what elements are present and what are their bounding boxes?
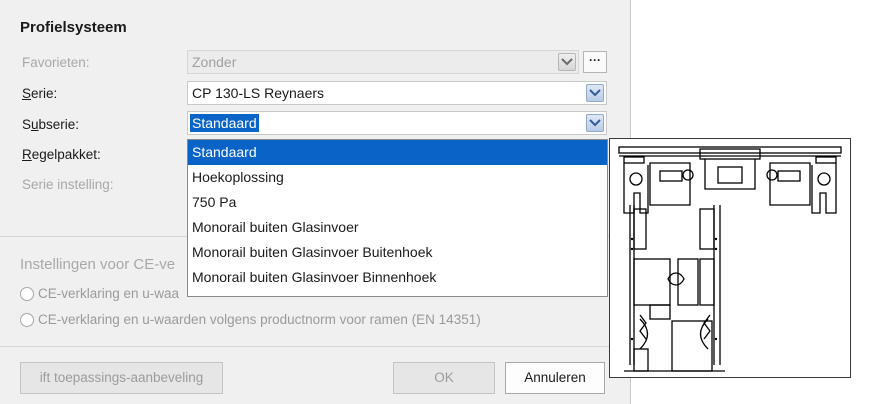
dropdown-option[interactable]: Monorail buiten Glasinvoer bbox=[188, 215, 607, 240]
ce-settings-title: Instellingen voor CE-ve bbox=[20, 256, 176, 273]
ce-option-2[interactable]: CE-verklaring en u-waarden volgens produ… bbox=[20, 312, 481, 327]
divider bbox=[0, 346, 630, 347]
regelpakket-label: Regelpakket: bbox=[22, 147, 101, 162]
subserie-dropdown-list[interactable]: Standaard Hoekoplossing 750 Pa Monorail … bbox=[187, 139, 608, 297]
subserie-label: Subserie: bbox=[22, 117, 79, 132]
ce-option-1-label: CE-verklaring en u-waa bbox=[38, 286, 180, 301]
subserie-value: Standaard bbox=[190, 114, 259, 132]
radio-button[interactable] bbox=[20, 287, 34, 301]
dropdown-option[interactable]: 750 Pa bbox=[188, 190, 607, 215]
serie-label: Serie: bbox=[22, 86, 57, 101]
subserie-label-accel: u bbox=[31, 117, 39, 132]
dropdown-option[interactable]: Hoekoplossing bbox=[188, 165, 607, 190]
favorieten-select[interactable]: Zonder bbox=[187, 50, 579, 74]
serie-select[interactable]: CP 130-LS Reynaers bbox=[187, 81, 607, 105]
ce-option-1[interactable]: CE-verklaring en u-waa bbox=[20, 286, 179, 301]
regelpakket-label-accel: R bbox=[22, 147, 32, 162]
ce-option-2-label: CE-verklaring en u-waarden volgens produ… bbox=[38, 312, 481, 327]
dropdown-option[interactable]: Monorail buiten Glasinvoer Binnenhoek bbox=[188, 265, 607, 290]
dropdown-option[interactable]: Monorail buiten Glasinvoer Buitenhoek bbox=[188, 240, 607, 265]
serie-instelling-label: Serie instelling: bbox=[22, 177, 114, 192]
favorieten-label: Favorieten: bbox=[22, 55, 90, 70]
dropdown-option[interactable]: Standaard bbox=[188, 140, 607, 165]
favorieten-more-button[interactable]: ··· bbox=[583, 51, 607, 73]
profile-section-drawing bbox=[618, 146, 842, 372]
favorieten-value: Zonder bbox=[192, 54, 237, 70]
serie-value: CP 130-LS Reynaers bbox=[192, 85, 325, 101]
subserie-label-rest: bserie: bbox=[38, 117, 80, 132]
ok-button[interactable]: OK bbox=[393, 362, 495, 394]
subserie-select[interactable]: Standaard bbox=[187, 111, 607, 135]
subserie-label-pre: S bbox=[22, 117, 32, 132]
radio-button[interactable] bbox=[20, 313, 34, 327]
regelpakket-label-rest: egelpakket: bbox=[31, 147, 101, 162]
serie-label-accel: S bbox=[22, 86, 32, 101]
cancel-button[interactable]: Annuleren bbox=[505, 362, 605, 394]
serie-label-rest: erie: bbox=[31, 86, 58, 101]
section-title: Profielsysteem bbox=[20, 19, 127, 36]
chevron-down-icon[interactable] bbox=[558, 53, 576, 71]
profile-preview bbox=[609, 138, 851, 378]
chevron-down-icon[interactable] bbox=[586, 114, 604, 132]
chevron-down-icon[interactable] bbox=[586, 84, 604, 102]
recommendation-button[interactable]: ift toepassings-aanbeveling bbox=[20, 362, 223, 394]
